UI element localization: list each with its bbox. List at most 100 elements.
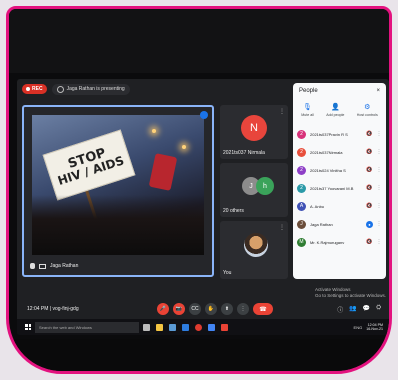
others-avatars: J h <box>242 177 274 195</box>
participant-row[interactable]: 2 2021ts037Pravin R S 🔇 ⋮ <box>293 125 386 143</box>
tile-name: 2021ts037 Nirmala <box>223 150 265 156</box>
people-title: People <box>299 88 318 94</box>
participant-name: 2021ts024 Vinitha S <box>310 167 346 173</box>
camera-button[interactable]: 📷 <box>173 303 185 315</box>
chat-icon[interactable]: 💬 <box>363 305 370 314</box>
more-vert-icon[interactable]: ⋮ <box>376 131 382 137</box>
mute-all-icon: 🎙 <box>303 104 312 111</box>
app-icon[interactable] <box>208 323 215 331</box>
room-ceiling <box>9 9 389 73</box>
speaking-indicator-icon[interactable]: ● <box>366 220 373 228</box>
tray-lang[interactable]: ENG <box>354 325 363 330</box>
host-controls-icon: ⚙ <box>364 104 371 111</box>
host-controls-button[interactable]: ⚙ Host controls <box>357 103 378 117</box>
action-label: Add people <box>326 113 345 117</box>
avatar-initial: N <box>250 122 258 134</box>
tile-name: 20 others <box>223 208 244 214</box>
meeting-time-code: 12:04 PM | vog-finj-gdg <box>27 306 79 312</box>
photo-frame: REC Jaga Rathan is presenting STOP HIV /… <box>6 6 392 374</box>
info-icon[interactable]: ⓘ <box>337 305 343 314</box>
crowd-silhouette <box>32 195 204 255</box>
mic-off-icon[interactable]: 🔇 <box>366 185 373 191</box>
more-vert-icon[interactable]: ⋮ <box>376 167 382 173</box>
participant-tile-others[interactable]: J h 20 others <box>220 163 288 217</box>
add-people-button[interactable]: 👤 Add people <box>326 103 344 117</box>
present-button[interactable]: ⬆ <box>221 303 233 315</box>
task-view-icon[interactable] <box>143 323 150 331</box>
participant-row[interactable]: 2 2021ts37 Yoovarani M.B 🔇 ⋮ <box>293 179 386 197</box>
edge-icon[interactable] <box>182 323 189 331</box>
presenter-label: Jaga Rathan <box>30 263 78 269</box>
mic-off-icon[interactable]: 🔇 <box>366 203 373 209</box>
more-vert-icon[interactable]: ⋮ <box>376 221 382 227</box>
presenter-name: Jaga Rathan <box>50 263 79 269</box>
avatar: 2 <box>297 129 306 139</box>
participant-row[interactable]: J Jaga Rathan ● ⋮ <box>293 215 386 233</box>
mic-off-icon <box>30 263 35 269</box>
avatar: J <box>297 219 306 229</box>
activities-icon[interactable]: ⛭ <box>376 305 381 314</box>
mic-off-icon[interactable]: 🔇 <box>366 239 373 245</box>
windows-start-icon[interactable] <box>25 324 31 330</box>
participant-row[interactable]: 2 2021ts037Nirmala 🔇 ⋮ <box>293 143 386 161</box>
action-label: Mute all <box>301 113 314 117</box>
participant-name: Jaga Rathan <box>310 221 333 227</box>
self-video <box>244 233 268 257</box>
presenting-badge[interactable]: Jaga Rathan is presenting <box>51 83 130 95</box>
shared-photo: STOP HIV / AIDS <box>32 115 204 255</box>
tile-menu-icon[interactable]: ⋮ <box>279 108 285 115</box>
more-vert-icon[interactable]: ⋮ <box>376 239 382 245</box>
people-icon[interactable]: 👥 <box>349 305 356 314</box>
taskbar-apps <box>143 323 228 331</box>
action-label: Host controls <box>356 113 378 117</box>
tile-menu-icon[interactable]: ⋮ <box>279 224 285 231</box>
street-lamp <box>182 145 186 149</box>
mute-all-button[interactable]: 🎙 Mute all <box>301 103 314 117</box>
participant-row[interactable]: A A. Anbu 🔇 ⋮ <box>293 197 386 215</box>
mic-off-icon[interactable]: 🔇 <box>366 149 373 155</box>
app-icon[interactable] <box>221 323 228 331</box>
mic-off-icon[interactable]: 🔇 <box>366 131 373 137</box>
participant-name: 2021ts037Pravin R S <box>310 131 348 137</box>
windows-taskbar: Search the web and Windows ENG 12:04 PM … <box>17 319 389 335</box>
side-controls: ⓘ 👥 💬 ⛭ <box>337 305 381 314</box>
avatar: A <box>297 201 306 211</box>
taskbar-search[interactable]: Search the web and Windows <box>35 321 139 333</box>
captions-button[interactable]: CC <box>189 303 201 315</box>
participant-tile-you[interactable]: ⋮ You <box>220 221 288 279</box>
presentation-tile[interactable]: STOP HIV / AIDS Jaga Rathan <box>22 105 214 277</box>
participant-tile-nirmala[interactable]: ⋮ N 2021ts037 Nirmala <box>220 105 288 159</box>
present-icon <box>39 263 46 269</box>
more-options-button[interactable]: ⋮ <box>237 303 249 315</box>
meeting-top-bar: REC Jaga Rathan is presenting <box>17 79 289 99</box>
close-icon[interactable]: × <box>376 88 380 94</box>
audio-indicator-icon <box>200 111 208 119</box>
people-actions: 🎙 Mute all 👤 Add people ⚙ Host controls <box>293 97 386 119</box>
tile-name: You <box>223 270 232 276</box>
more-vert-icon[interactable]: ⋮ <box>376 149 382 155</box>
mic-off-icon[interactable]: 🔇 <box>366 167 373 173</box>
participant-row[interactable]: M Mr. K.Rajmuruganv 🔇 ⋮ <box>293 233 386 251</box>
chrome-icon[interactable] <box>195 323 202 331</box>
street-lamp <box>152 129 156 133</box>
participant-name: A. Anbu <box>310 203 325 209</box>
add-person-icon: 👤 <box>330 104 340 111</box>
file-explorer-icon[interactable] <box>156 323 163 331</box>
participant-name: Mr. K.Rajmuruganv <box>310 239 345 245</box>
red-ribbon <box>148 153 178 191</box>
presenting-text: Jaga Rathan is presenting <box>66 86 125 92</box>
system-tray: ENG 12:04 PM 16-Nov-21 <box>354 323 383 332</box>
search-placeholder: Search the web and Windows <box>39 324 92 330</box>
taskbar-clock[interactable]: 12:04 PM 16-Nov-21 <box>366 323 383 332</box>
recording-label: REC <box>32 86 43 92</box>
desk-surface <box>9 339 389 371</box>
store-icon[interactable] <box>169 323 176 331</box>
mic-button[interactable]: 🎤 <box>157 303 169 315</box>
activate-windows-watermark: Activate Windows Go to Settings to activ… <box>315 287 386 299</box>
present-screen-icon <box>56 85 64 93</box>
more-vert-icon[interactable]: ⋮ <box>376 185 382 191</box>
more-vert-icon[interactable]: ⋮ <box>376 203 382 209</box>
end-call-button[interactable]: ☎ <box>253 303 273 315</box>
raise-hand-button[interactable]: ✋ <box>205 303 217 315</box>
participant-row[interactable]: 2 2021ts024 Vinitha S 🔇 ⋮ <box>293 161 386 179</box>
